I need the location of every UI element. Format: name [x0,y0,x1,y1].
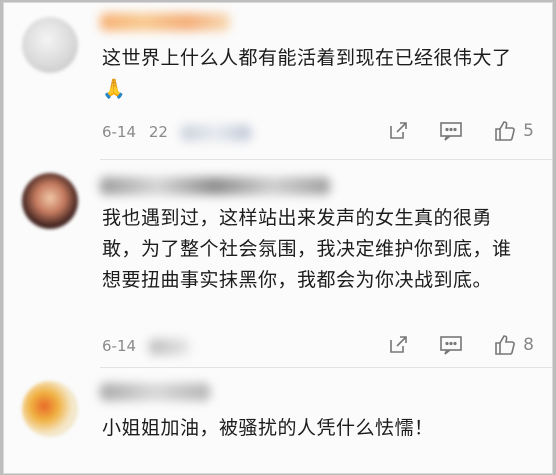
username[interactable] [100,383,210,401]
username[interactable] [100,177,330,195]
share-icon [390,336,407,353]
avatar[interactable] [22,381,78,437]
reply-button[interactable] [439,120,463,142]
like-count: 8 [523,335,534,355]
comment-text: 这世界上什么人都有能活着到现在已经很伟大了🙏 [102,47,512,100]
reply-icon [440,122,462,141]
comment-actions: 5 [387,119,534,143]
share-button[interactable] [387,120,409,142]
comment-meta: 6-14 22 [102,123,251,141]
comment-date: 6-14 [102,123,137,141]
comment-text: 小姐姐加油，被骚扰的人凭什么怯懦！ [102,417,434,439]
username[interactable] [100,13,230,31]
comment-actions: 8 [387,333,534,357]
reply-button[interactable] [439,334,463,356]
avatar[interactable] [22,173,78,229]
obscured-detail [180,124,251,141]
like-icon [495,335,516,355]
avatar[interactable] [22,17,78,73]
like-button[interactable]: 8 [493,333,534,357]
share-button[interactable] [387,334,409,356]
obscured-detail [148,338,189,355]
comment-item: 我也遇到过，这样站出来发声的女生真的很勇敢，为了整个社会氛围，我决定维护你到底，… [4,159,552,365]
like-count: 5 [523,121,534,141]
comment-item: 这世界上什么人都有能活着到现在已经很伟大了🙏 6-14 22 5 [4,3,552,151]
comment-list: 这世界上什么人都有能活着到现在已经很伟大了🙏 6-14 22 5 我也遇到过，这… [3,2,553,474]
reply-icon [440,336,462,355]
comment-date: 6-14 [102,337,137,355]
comment-time: 22 [148,123,168,141]
comment-item: 小姐姐加油，被骚扰的人凭什么怯懦！ [4,367,552,473]
comment-meta: 6-14 [102,337,189,355]
share-icon [390,122,407,139]
like-icon [495,121,516,141]
comment-text: 我也遇到过，这样站出来发声的女生真的很勇敢，为了整个社会氛围，我决定维护你到底，… [102,207,512,291]
like-button[interactable]: 5 [493,119,534,143]
